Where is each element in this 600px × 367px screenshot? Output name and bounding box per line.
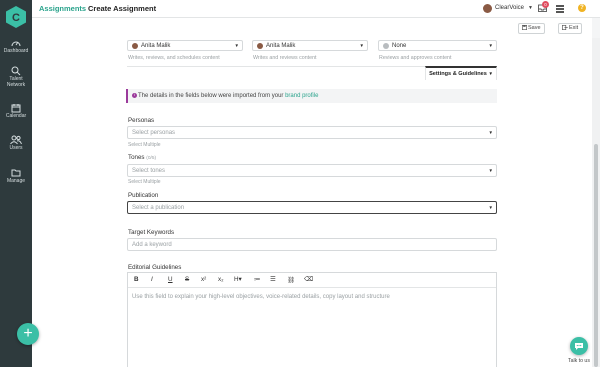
tab-settings-guidelines[interactable]: Settings & Guidelines ▼ xyxy=(425,66,497,80)
tones-label: Tones (0/5) xyxy=(128,154,157,161)
notification-badge: 0 xyxy=(542,1,549,8)
personas-label: Personas xyxy=(128,117,155,124)
sidebar-item-talent-network[interactable]: Talent Network xyxy=(0,66,32,88)
save-button[interactable]: Save xyxy=(518,23,545,34)
editor-toolbar: B I U S x² x₂ H▾ ≔ ☰ ⛓ ⌫ xyxy=(128,273,496,288)
guidelines-placeholder: Use this field to explain your high-leve… xyxy=(132,294,390,300)
avatar xyxy=(257,43,263,49)
sidebar: C Dashboard Talent Network Calendar User… xyxy=(0,0,32,367)
strikethrough-button[interactable]: S xyxy=(185,276,189,283)
writer-select[interactable]: Anita Malik ▼ xyxy=(127,40,243,51)
info-icon: i xyxy=(132,93,137,98)
clear-format-icon[interactable]: ⌫ xyxy=(304,276,313,283)
apps-grid-icon[interactable] xyxy=(556,5,564,15)
personas-hint: Select Multiple xyxy=(128,142,161,148)
keywords-label: Target Keywords xyxy=(128,229,175,236)
scrollbar-thumb[interactable] xyxy=(594,144,598,367)
sidebar-item-label: Talent Network xyxy=(6,76,26,88)
ordered-list-button[interactable]: ≔ xyxy=(254,276,260,283)
sidebar-item-label: Manage xyxy=(6,178,26,184)
tones-count: (0/5) xyxy=(146,156,157,161)
info-banner: i The details in the fields below were i… xyxy=(126,89,497,103)
bullet-list-button[interactable]: ☰ xyxy=(270,276,276,283)
publication-label: Publication xyxy=(128,192,159,199)
calendar-icon xyxy=(11,104,21,113)
avatar xyxy=(383,43,389,49)
brand-profile-link[interactable]: brand profile xyxy=(285,93,318,99)
heading-dropdown[interactable]: H▾ xyxy=(234,276,242,283)
keywords-input[interactable]: Add a keyword xyxy=(127,238,497,251)
tones-hint: Select Multiple xyxy=(128,179,161,185)
approver-hint: Reviews and approves content xyxy=(379,55,452,61)
top-header: Assignments Create Assignment ClearVoice… xyxy=(32,0,600,18)
bold-button[interactable]: B xyxy=(134,276,139,283)
personas-select[interactable]: Select personas ▼ xyxy=(127,126,497,139)
guidelines-editor[interactable]: B I U S x² x₂ H▾ ≔ ☰ ⛓ ⌫ Use this field … xyxy=(127,272,497,367)
approver-select[interactable]: None ▼ xyxy=(378,40,497,51)
avatar xyxy=(132,43,138,49)
save-icon xyxy=(521,24,528,31)
superscript-button[interactable]: x² xyxy=(201,276,206,283)
exit-button[interactable]: Exit xyxy=(558,23,583,34)
sidebar-item-label: Dashboard xyxy=(3,48,29,54)
chat-label: Talk to us xyxy=(568,358,590,364)
svg-text:C: C xyxy=(12,12,20,24)
editor-hint: Writes and reviews content xyxy=(253,55,317,61)
chevron-down-icon: ▼ xyxy=(488,71,493,76)
publication-select[interactable]: Select a publication ▼ xyxy=(127,201,497,214)
create-fab-button[interactable]: + xyxy=(17,323,39,345)
editor-select[interactable]: Anita Malik ▼ xyxy=(252,40,368,51)
chevron-down-icon: ▼ xyxy=(488,168,493,173)
clearvoice-logo[interactable]: C xyxy=(4,5,28,29)
exit-icon xyxy=(561,24,568,31)
link-icon[interactable]: ⛓ xyxy=(287,276,295,284)
main-content: Anita Malik ▼ Writes, reviews, and sched… xyxy=(32,38,592,367)
search-icon xyxy=(11,66,21,76)
subscript-button[interactable]: x₂ xyxy=(218,276,224,283)
action-bar: Save Exit xyxy=(32,18,592,38)
sidebar-item-manage[interactable]: Manage xyxy=(0,168,32,185)
folder-icon xyxy=(11,169,21,177)
chevron-down-icon: ▼ xyxy=(234,43,239,48)
avatar[interactable] xyxy=(483,4,492,13)
italic-button[interactable]: I xyxy=(151,276,153,283)
sidebar-item-users[interactable]: Users xyxy=(0,135,32,152)
page-title: Create Assignment xyxy=(88,4,157,13)
chevron-down-icon[interactable]: ▼ xyxy=(528,5,533,11)
sidebar-item-dashboard[interactable]: Dashboard xyxy=(0,38,32,55)
chevron-down-icon: ▼ xyxy=(488,130,493,135)
chat-button[interactable] xyxy=(570,337,588,355)
users-icon xyxy=(10,135,22,145)
sidebar-item-calendar[interactable]: Calendar xyxy=(0,103,32,120)
underline-button[interactable]: U xyxy=(168,276,173,283)
breadcrumb-assignments[interactable]: Assignments xyxy=(39,4,86,13)
help-icon[interactable]: ? xyxy=(578,4,586,12)
chevron-down-icon: ▼ xyxy=(359,43,364,48)
dashboard-icon xyxy=(11,41,21,47)
guidelines-label: Editorial Guidelines xyxy=(128,264,182,271)
sidebar-item-label: Users xyxy=(9,145,23,151)
sidebar-item-label: Calendar xyxy=(5,113,27,119)
chevron-down-icon: ▼ xyxy=(488,43,493,48)
tones-select[interactable]: Select tones ▼ xyxy=(127,164,497,177)
chat-bubble-icon xyxy=(575,343,583,350)
writer-hint: Writes, reviews, and schedules content xyxy=(128,55,220,61)
account-name[interactable]: ClearVoice xyxy=(495,5,524,11)
chevron-down-icon: ▼ xyxy=(488,205,493,210)
